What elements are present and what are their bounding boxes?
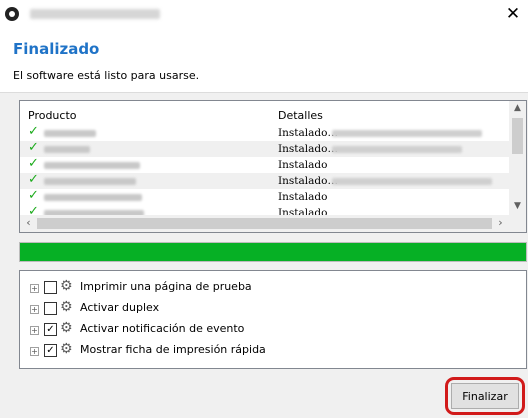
check-icon: ✓ — [28, 140, 39, 155]
check-icon: ✓ — [28, 156, 39, 171]
product-name-redacted — [44, 162, 140, 169]
scroll-down-icon[interactable]: ▼ — [509, 201, 526, 211]
detail-redacted — [332, 146, 462, 153]
product-name-redacted — [44, 130, 96, 137]
title-bar: ✕ — [0, 0, 528, 30]
gear-icon: ⚙ — [60, 341, 73, 357]
table-row[interactable]: ✓ Instalado — [20, 156, 510, 173]
table-row[interactable]: ✓ Instalado… — [20, 124, 510, 141]
app-icon — [5, 7, 19, 21]
option-label: Activar duplex — [80, 301, 160, 314]
finish-button[interactable]: Finalizar — [451, 383, 519, 409]
expand-icon[interactable]: + — [30, 305, 39, 314]
option-label: Imprimir una página de prueba — [80, 280, 252, 293]
detail-text: Instalado… — [278, 127, 338, 139]
header-divider — [0, 92, 528, 93]
vertical-scrollbar[interactable]: ▲ ▼ — [509, 101, 526, 215]
checkbox[interactable] — [44, 302, 57, 315]
product-name-redacted — [44, 178, 136, 185]
options-tree[interactable]: + ⚙ Imprimir una página de prueba + ⚙ Ac… — [19, 270, 527, 369]
detail-text: Instalado — [278, 207, 328, 215]
option-item[interactable]: + ✓ ⚙ Activar notificación de evento — [30, 320, 510, 339]
window-title-redacted — [30, 9, 160, 19]
checkbox[interactable] — [44, 281, 57, 294]
check-icon: ✓ — [28, 205, 39, 215]
vertical-scroll-thumb[interactable] — [512, 118, 523, 154]
detail-text: Instalado… — [278, 143, 338, 155]
table-row[interactable]: ✓ Instalado… — [20, 140, 510, 157]
check-icon: ✓ — [28, 124, 39, 139]
product-name-redacted — [44, 194, 142, 201]
option-item[interactable]: + ⚙ Activar duplex — [30, 299, 510, 318]
subtitle: El software está listo para usarse. — [13, 69, 200, 82]
page-title: Finalizado — [13, 40, 100, 58]
progress-bar — [19, 242, 527, 262]
option-label: Mostrar ficha de impresión rápida — [80, 343, 266, 356]
column-header-product[interactable]: Producto — [28, 109, 77, 122]
products-list[interactable]: Producto Detalles ✓ Instalado… ✓ Instala… — [19, 100, 527, 233]
check-icon: ✓ — [28, 188, 39, 203]
gear-icon: ⚙ — [60, 320, 73, 336]
table-row[interactable]: ✓ Instalado… — [20, 172, 510, 189]
scroll-left-icon[interactable]: ‹ — [20, 216, 37, 229]
checkbox[interactable]: ✓ — [44, 344, 57, 357]
product-name-redacted — [44, 146, 90, 153]
check-icon: ✓ — [28, 172, 39, 187]
gear-icon: ⚙ — [60, 299, 73, 315]
column-header-details[interactable]: Detalles — [278, 109, 323, 122]
detail-redacted — [332, 178, 492, 185]
detail-text: Instalado… — [278, 175, 338, 187]
option-item[interactable]: + ⚙ Imprimir una página de prueba — [30, 278, 510, 297]
expand-icon[interactable]: + — [30, 347, 39, 356]
detail-redacted — [332, 130, 482, 137]
close-button[interactable]: ✕ — [498, 0, 528, 30]
horizontal-scroll-thumb[interactable] — [37, 218, 492, 229]
horizontal-scrollbar[interactable]: ‹ › — [20, 215, 526, 232]
detail-text: Instalado — [278, 191, 328, 203]
gear-icon: ⚙ — [60, 278, 73, 294]
checkbox[interactable]: ✓ — [44, 323, 57, 336]
detail-text: Instalado — [278, 159, 328, 171]
option-label: Activar notificación de evento — [80, 322, 245, 335]
option-item[interactable]: + ✓ ⚙ Mostrar ficha de impresión rápida — [30, 341, 510, 360]
table-row[interactable]: ✓ Instalado — [20, 188, 510, 205]
expand-icon[interactable]: + — [30, 284, 39, 293]
table-row[interactable]: ✓ Instalado — [20, 205, 510, 215]
scroll-up-icon[interactable]: ▲ — [509, 103, 526, 113]
expand-icon[interactable]: + — [30, 326, 39, 335]
progress-fill — [20, 243, 526, 261]
scroll-right-icon[interactable]: › — [492, 216, 509, 229]
